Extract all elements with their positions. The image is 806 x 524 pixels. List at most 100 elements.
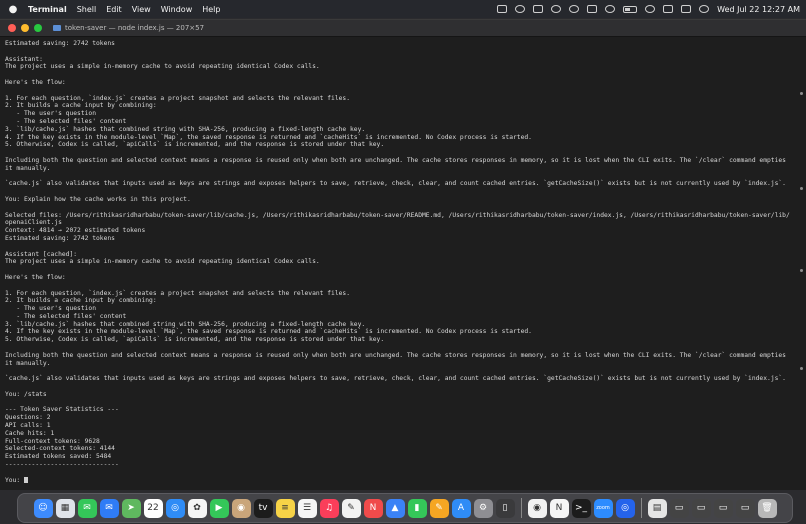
dock-iphone-mirroring-icon[interactable]: ▯ [495,498,515,518]
terminal-line: - The selected files' content [5,117,127,125]
dock-chrome-icon[interactable]: ◉ [527,498,547,518]
dock-pages-icon[interactable]: ✎ [429,498,449,518]
dock-separator [520,498,522,518]
terminal-line: Estimated saving: 2742 tokens [5,40,115,47]
dock-messages-icon[interactable]: ✉ [77,498,97,518]
dock-keynote-icon[interactable]: ▲ [385,498,405,518]
dock-terminal-icon[interactable]: >_ [571,498,591,518]
dock-freeform-icon[interactable]: ✎ [341,498,361,518]
terminal-line: Estimated tokens saved: 5484 [5,453,112,461]
terminal-line: ------------------------------ [5,461,119,469]
apple-menu-icon[interactable]: ● [6,4,20,15]
tray-app-icon-7[interactable] [605,5,616,13]
dock-mail-icon[interactable]: ✉ [99,498,119,518]
dock-finder-icon[interactable]: ☺ [33,498,53,518]
menubar-clock[interactable]: Wed Jul 22 12:27 AM [717,5,800,14]
dock-launchpad-icon[interactable]: ▦ [55,498,75,518]
menu-shell[interactable]: Shell [77,5,97,14]
dock-app-store-icon[interactable]: A [451,498,471,518]
tray-app-icon-1[interactable] [497,5,508,13]
dock-system-settings-icon[interactable]: ⚙ [473,498,493,518]
menu-window[interactable]: Window [161,5,193,14]
dock-safari-icon[interactable]: ◎ [165,498,185,518]
terminal-line: You: [5,476,801,485]
tray-app-icon-2[interactable] [515,5,526,13]
tray-app-icon-4[interactable] [551,5,562,13]
dock-separator [640,498,642,518]
dock-numbers-icon[interactable]: ▮ [407,498,427,518]
scrollback-marker [800,187,803,190]
dock-screenshot-3-icon[interactable]: ▭ [713,498,733,518]
terminal-line: `cache.js` also validates that inputs us… [5,180,786,188]
dock-maps-icon[interactable]: ➤ [121,498,141,518]
dock-notes-icon[interactable]: ≡ [275,498,295,518]
scrollback-marker [800,92,803,95]
zoom-button[interactable] [34,24,42,32]
dock-screenshot-2-icon[interactable]: ▭ [691,498,711,518]
terminal-line: API calls: 1 [5,422,51,430]
terminal-line: Assistant [cached]: [5,250,78,258]
dock-news-icon[interactable]: N [363,498,383,518]
dock-tv-icon[interactable]: tv [253,498,273,518]
status-tray: Wed Jul 22 12:27 AM [497,5,800,14]
terminal-line: 2. It builds a cache input by combining: [5,297,157,305]
dock-calendar-icon[interactable]: 22 [143,498,163,518]
terminal-line: You: /stats [5,390,47,398]
terminal-line: - The selected files' content [5,312,127,320]
battery-icon[interactable] [623,5,638,13]
siri-icon[interactable] [699,5,710,13]
terminal-line: openaiClient.js [5,219,62,227]
dock-screenshot-4-icon[interactable]: ▭ [735,498,755,518]
terminal-line: Full-context tokens: 9628 [5,437,100,445]
dock-photos-icon[interactable]: ✿ [187,498,207,518]
tray-app-icon-3[interactable] [533,5,544,13]
terminal-line: `cache.js` also validates that inputs us… [5,375,786,383]
terminal-output[interactable]: Estimated saving: 2742 tokens Assistant: T… [0,37,806,489]
window-titlebar[interactable]: token-saver — node index.js — 207×57 [0,20,806,37]
dock-reminders-icon[interactable]: ☰ [297,498,317,518]
terminal-line: Estimated saving: 2742 tokens [5,234,115,242]
tray-app-icon-6[interactable] [587,5,598,13]
tray-app-icon-5[interactable] [569,5,580,13]
menu-help[interactable]: Help [202,5,220,14]
dock-proxyman-icon[interactable]: ◎ [615,498,635,518]
dock-screenshot-1-icon[interactable]: ▭ [669,498,689,518]
dock-document-icon[interactable]: ▤ [647,498,667,518]
minimize-button[interactable] [21,24,29,32]
menu-app-terminal[interactable]: Terminal [28,5,67,14]
dock: ☺ ▦ ✉ ✉ ➤ 22 ◎ ✿ ▶ ◉ tv ≡ ☰ ♫ ✎ N ▲ ▮ ✎ A ⚙ ▯ ◉ N >_ zoom ◎ ▤ ▭ ▭ ▭ ▭ 🗑 [17,493,793,523]
terminal-line: Selected-context tokens: 4144 [5,445,115,453]
search-icon[interactable] [663,5,674,13]
dock-notion-icon[interactable]: N [549,498,569,518]
dock-facetime-icon[interactable]: ▶ [209,498,229,518]
wifi-icon[interactable] [645,5,656,13]
window-title: token-saver — node index.js — 207×57 [65,24,205,32]
dock-zoom-icon[interactable]: zoom [593,498,613,518]
terminal-line: 2. It builds a cache input by combining: [5,102,157,110]
terminal-line: Selected files: /Users/rithikasridharbab… [5,211,790,219]
terminal-line: 5. Otherwise, Codex is called, `apiCalls… [5,336,385,344]
control-center-icon[interactable] [681,5,692,13]
terminal-line: - The user's question [5,110,96,118]
menu-view[interactable]: View [132,5,151,14]
folder-icon [53,25,61,31]
terminal-line: - The user's question [5,305,96,313]
terminal-line: The project uses a simple in-memory cach… [5,258,320,266]
dock-contacts-icon[interactable]: ◉ [231,498,251,518]
terminal-line: Including both the question and selected… [5,156,786,164]
dock-trash-icon[interactable]: 🗑 [757,498,777,518]
terminal-line: Context: 4814 → 2072 estimated tokens [5,227,146,235]
close-button[interactable] [8,24,16,32]
menu-edit[interactable]: Edit [106,5,122,14]
dock-music-icon[interactable]: ♫ [319,498,339,518]
terminal-line: Questions: 2 [5,414,51,422]
